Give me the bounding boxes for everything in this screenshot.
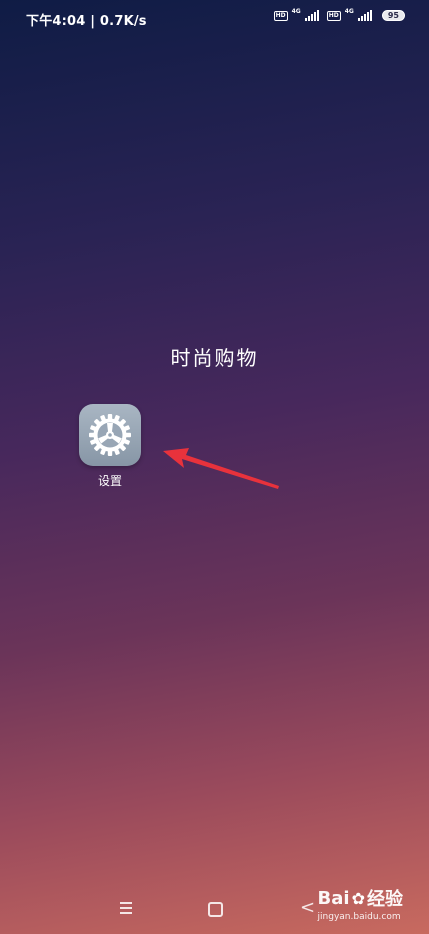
home-button[interactable] (208, 902, 223, 917)
paw-icon: ✿ (351, 888, 365, 908)
settings-app-icon[interactable] (79, 404, 141, 466)
network-type-sim2: 4G (344, 8, 354, 15)
signal-icon (304, 10, 319, 21)
baidu-jingyan-watermark: Bai ✿ 经验 jingyan.baidu.com (317, 885, 403, 923)
status-time-speed: 下午4:04 | 0.7K/s (26, 14, 147, 29)
app-settings[interactable]: 设置 (79, 404, 141, 489)
watermark-brand-right: 经验 (367, 889, 403, 910)
app-label-settings: 设置 (97, 474, 122, 488)
back-button[interactable]: < (300, 897, 315, 918)
folder-title[interactable]: 时尚购物 (0, 342, 429, 371)
network-type-sim1: 4G (291, 8, 301, 15)
gear-icon (89, 414, 131, 456)
battery-indicator: 95 (381, 10, 405, 21)
hd-badge-sim1: HD (273, 10, 288, 21)
status-icons: HD 4G HD 4G 95 (273, 8, 405, 21)
watermark-url: jingyan.baidu.com (317, 912, 401, 922)
annotation-arrow (163, 448, 279, 489)
hd-badge-sim2: HD (326, 10, 341, 21)
status-bar: 下午4:04 | 0.7K/s HD 4G HD 4G 95 (0, 0, 429, 34)
signal-icon (357, 10, 372, 21)
watermark-brand-left: Bai (317, 887, 350, 909)
watermark-brand: Bai ✿ 经验 (318, 885, 403, 911)
recent-apps-button[interactable] (120, 902, 132, 917)
